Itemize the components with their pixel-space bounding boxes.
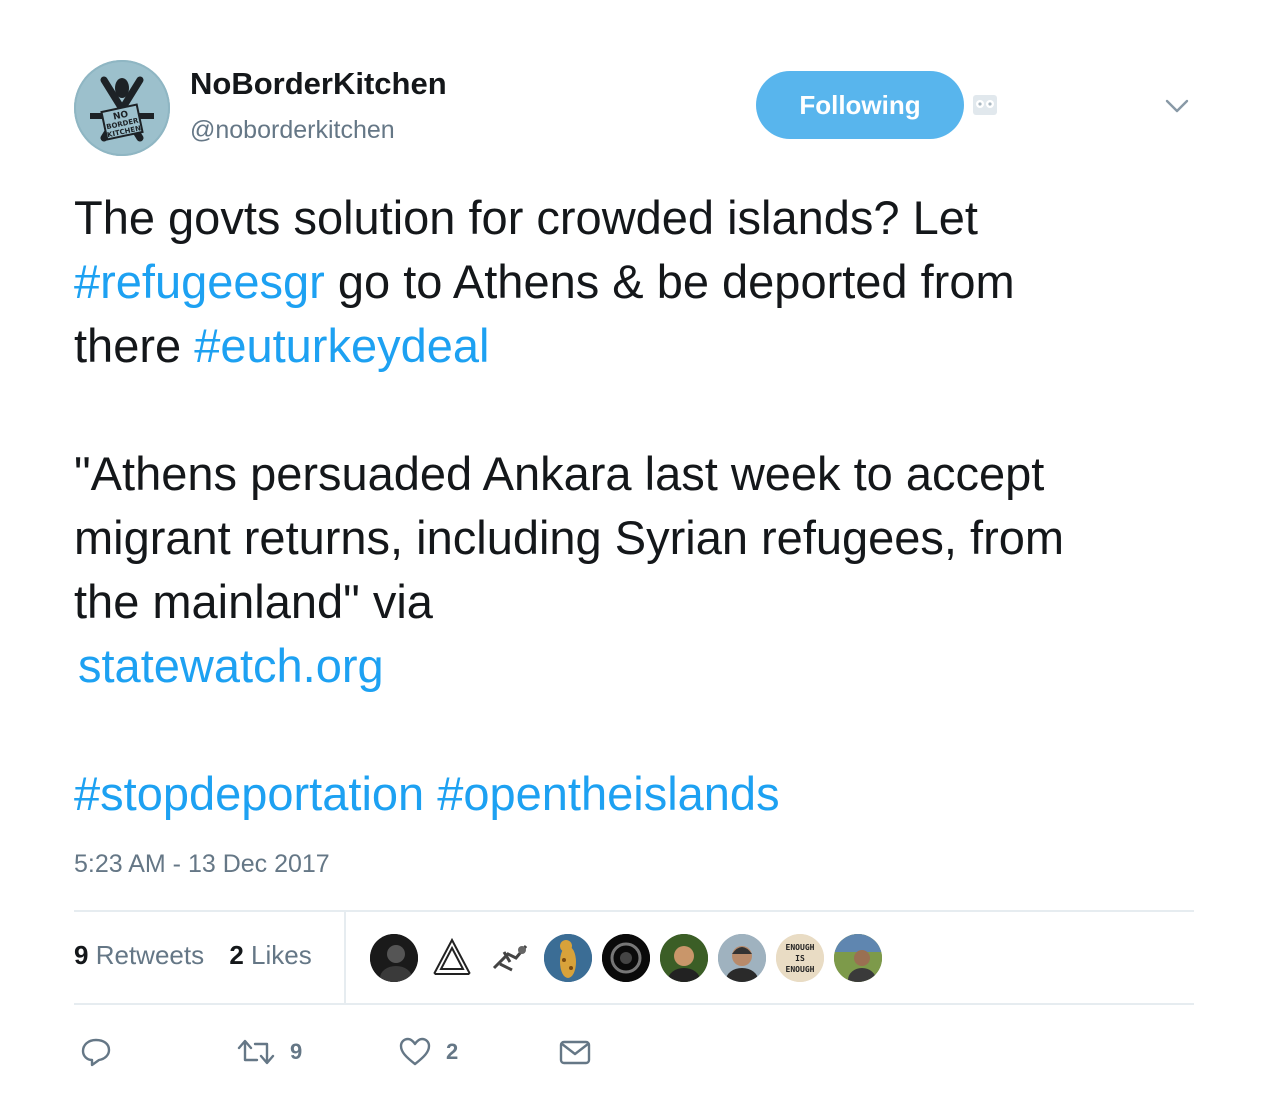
like-count: 2 <box>446 1039 459 1064</box>
likes-stat[interactable]: 2 Likes <box>229 940 311 971</box>
retweets-label: Retweets <box>95 940 205 970</box>
following-button[interactable]: Following <box>756 71 964 139</box>
liker-avatar[interactable] <box>544 934 592 982</box>
liker-avatar[interactable] <box>718 934 766 982</box>
hashtag-opentheislands[interactable]: #opentheislands <box>437 767 779 820</box>
action-bar: 9 2 <box>0 1030 1266 1074</box>
chevron-down-icon[interactable] <box>1164 96 1190 116</box>
enough-text-2: IS <box>795 954 805 963</box>
divider-bottom <box>74 1003 1194 1005</box>
retweets-count: 9 <box>74 940 89 970</box>
enough-text-1: ENOUGH <box>786 943 815 952</box>
retweet-count: 9 <box>290 1039 303 1064</box>
retweets-stat[interactable]: 9 Retweets <box>74 940 204 971</box>
likes-label: Likes <box>251 940 312 970</box>
liker-avatar[interactable]: ENOUGH IS ENOUGH <box>776 934 824 982</box>
retweet-icon <box>237 1039 275 1065</box>
tweet-line-3: there #euturkeydeal <box>74 314 1224 378</box>
liker-avatar[interactable] <box>602 934 650 982</box>
hashtag-stopdeportation[interactable]: #stopdeportation <box>74 767 424 820</box>
tweet-timestamp[interactable]: 5:23 AM - 13 Dec 2017 <box>74 850 330 879</box>
liker-avatar[interactable] <box>660 934 708 982</box>
kitchen-logo-icon: NO BORDER KITCHEN <box>74 60 170 156</box>
tweet-text: The govts solution for crowded islands? … <box>74 186 1224 826</box>
direct-message-button[interactable] <box>558 1030 592 1074</box>
liker-avatar[interactable] <box>428 934 476 982</box>
tweet-line-1: The govts solution for crowded islands? … <box>74 191 978 244</box>
tweet-quote: "Athens persuaded Ankara last week to ac… <box>74 447 1065 628</box>
enough-text-3: ENOUGH <box>786 965 815 974</box>
hashtag-refugeesgr[interactable]: #refugeesgr <box>74 255 325 308</box>
profile-avatar[interactable]: NO BORDER KITCHEN <box>74 60 170 156</box>
liker-avatar[interactable] <box>370 934 418 982</box>
hashtag-euturkeydeal[interactable]: #euturkeydeal <box>194 319 489 372</box>
liker-avatar[interactable] <box>834 934 882 982</box>
tweet-hashtags: #stopdeportation #opentheislands <box>74 762 1224 826</box>
stats-divider <box>344 912 346 1004</box>
user-handle[interactable]: @noborderkitchen <box>190 116 395 145</box>
retweet-button[interactable]: 9 <box>236 1030 302 1074</box>
tweet-line-2-text: go to Athens & be deported from <box>324 255 1015 308</box>
tweet-line-2: #refugeesgr go to Athens & be deported f… <box>74 250 1224 314</box>
reply-button[interactable] <box>80 1030 112 1074</box>
owl-icon <box>973 95 997 115</box>
statewatch-link[interactable]: statewatch.org <box>74 634 384 698</box>
display-name[interactable]: NoBorderKitchen <box>190 66 447 102</box>
tweet-card: NO BORDER KITCHEN NoBorderKitchen @nobor… <box>0 0 1266 1120</box>
envelope-icon <box>559 1040 591 1065</box>
reply-icon <box>81 1038 111 1067</box>
divider-top <box>74 910 1194 912</box>
tweet-line-3-text: there <box>74 319 195 372</box>
liker-avatar[interactable] <box>486 934 534 982</box>
engagement-stats: 9 Retweets 2 Likes <box>74 940 330 971</box>
likes-count: 2 <box>229 940 244 970</box>
heart-icon <box>399 1037 431 1066</box>
enough-avatar-icon: ENOUGH IS ENOUGH <box>776 934 824 982</box>
like-button[interactable]: 2 <box>398 1030 458 1074</box>
